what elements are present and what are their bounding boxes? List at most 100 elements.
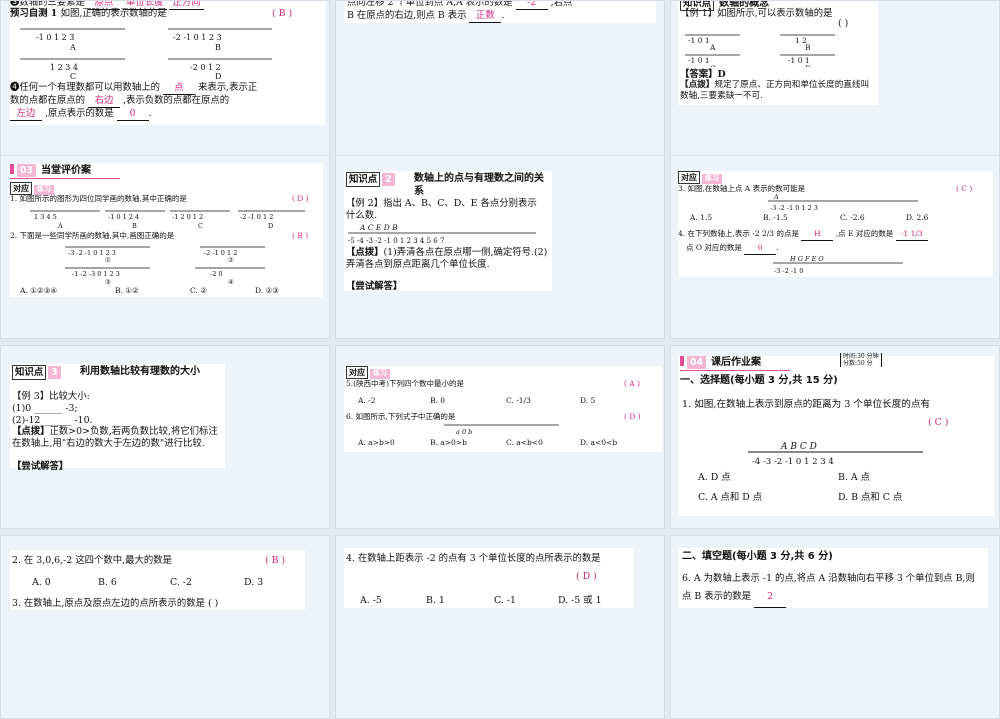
practice-tag-3: 对应: [346, 366, 368, 380]
slide-3-content: 知识点 数轴的概念 【例 1】如图所示,可以表示数轴的是 ( ) -1 0 11…: [678, 1, 878, 105]
q4-blank-o: 0: [744, 243, 777, 255]
example-2-ticks: -5 -4 -3 -2 -1 0 1 2 3 4 5 6 7: [348, 237, 444, 245]
q4-points: H G F E O: [789, 255, 824, 263]
slide-2-blank-1: -2: [515, 1, 548, 11]
slide-11-content: 4. 在数轴上距表示 -2 的点有 3 个单位长度的点所表示的数是 ( D ) …: [344, 548, 634, 608]
section-title: 当堂评价案: [41, 165, 92, 176]
hw-q1-ticks: -4 -3 -2 -1 0 1 2 3 4: [752, 457, 834, 467]
slide-5-content: 知识点 2 数轴上的点与有理数之间的关系 【例 2】指出 A、B、C、D、E 各点…: [344, 171, 552, 292]
hw-q1-opt-b: B. A 点: [838, 472, 870, 483]
slide-thumbnail-4[interactable]: 03 当堂评价案 对应 练习 1. 如图所示的图形为四位同学画的数轴,其中正确的是…: [0, 155, 330, 339]
pretest-label: 预习自测 1: [10, 8, 58, 19]
example-1-number-lines: -1 0 11 2 -1 0 1-1 0 1 A B C D: [685, 34, 835, 67]
hw-q4-opt-d: D. -5 或 1: [558, 595, 602, 606]
option-c-label: C: [70, 72, 76, 81]
section-title-2: 课后作业案: [711, 357, 762, 368]
score-total: 分数:50 分: [843, 360, 873, 368]
example-1-text: 【例 1】如图所示,可以表示数轴的是: [680, 8, 833, 19]
hw-q2-opt-b: B. 6: [98, 577, 117, 588]
section-choice-title: 一、选择题(每小题 3 分,共 15 分): [680, 375, 838, 386]
tip-2-label: 【点拨】: [346, 247, 384, 258]
slide-thumbnail-7[interactable]: 知识点 3 利用数轴比较有理数的大小 【例 3】比较大小: (1)0 ______…: [0, 345, 330, 529]
slide-12-content: 二、填空题(每小题 3 分,共 6 分) 6. A 为数轴上表示 -1 的点,将…: [678, 548, 988, 608]
hw-q4-opt-a: A. -5: [360, 595, 382, 606]
eval-q2-opt-c: C. ②: [190, 286, 207, 295]
slide-thumbnail-8[interactable]: 对应 练习 5.(陕西中考)下列四个数中最小的是 ( A ) A. -2 B. 0…: [335, 345, 665, 529]
q4-ticks: -3 -2 -1 0: [774, 267, 803, 275]
hw-q6-text: 6. A 为数轴上表示 -1 的点,将点 A 沿数轴向右平移 3 个单位到点 B…: [682, 573, 975, 603]
svg-text:-2 -1 0 1 2: -2 -1 0 1 2: [240, 213, 273, 221]
svg-text:-1 0 1 2 4: -1 0 1 2 4: [108, 213, 139, 221]
slide-thumbnail-11[interactable]: 4. 在数轴上距表示 -2 的点有 3 个单位长度的点所表示的数是 ( D ) …: [335, 535, 665, 719]
svg-text:-2 0: -2 0: [210, 270, 223, 278]
number-line-options: -1 0 1 2 3 -2 -1 0 1 2 3 1 2 3 4 -2 0 1 …: [20, 28, 272, 81]
q3-opt-c: C. -2.6: [840, 213, 865, 222]
q5-text: 5.(陕西中考)下列四个数中最小的是: [346, 379, 465, 388]
knowledge-point-3-tag: 知识点: [12, 365, 47, 381]
eval-q1-text: 1. 如图所示的图形为四位同学画的数轴,其中正确的是: [10, 194, 187, 203]
example-2-text: 【例 2】指出 A、B、C、D、E 各点分别表示什么数.: [346, 198, 537, 222]
q4-blank-h: H: [801, 229, 834, 241]
slide-2-blank-2: 正数: [469, 9, 502, 24]
slide-thumbnail-12[interactable]: 二、填空题(每小题 3 分,共 6 分) 6. A 为数轴上表示 -1 的点,将…: [670, 535, 1000, 719]
slide-thumbnail-10[interactable]: 2. 在 3,0,6,-2 这四个数中,最大的数是 ( B ) A. 0 B. …: [0, 535, 330, 719]
slide-thumbnail-6[interactable]: 对应 练习 3. 如图,在数轴上点 A 表示的数可能是 ( C ) A -3 -2…: [670, 155, 1000, 339]
header-underline: [10, 178, 120, 179]
slide-1-blank-direction: 正方向: [169, 1, 204, 11]
slide-7-content: 知识点 3 利用数轴比较有理数的大小 【例 3】比较大小: (1)0 ______…: [10, 364, 225, 472]
slide-8-content: 对应 练习 5.(陕西中考)下列四个数中最小的是 ( A ) A. -2 B. 0…: [344, 366, 662, 452]
q5-opt-a: A. -2: [358, 396, 376, 405]
q6-opt-b: B. a>0>b: [430, 438, 467, 447]
q3-opt-d: D. 2.6: [906, 213, 929, 222]
svg-text:-1 2 0 1 2: -1 2 0 1 2: [172, 213, 203, 221]
hw-q1-opt-c: C. A 点和 D 点: [698, 492, 763, 503]
example-2-number-line: A C E D B -5 -4 -3 -2 -1 0 1 2 3 4 5 6 7: [348, 223, 536, 245]
hw-q2-opt-a: A. 0: [32, 577, 51, 588]
q5-opt-b: B. 0: [430, 396, 446, 405]
knowledge-point-3-title: 利用数轴比较有理数的大小: [80, 366, 200, 377]
try-answer-label: 【尝试解答】: [346, 281, 403, 292]
section-fill-title: 二、填空题(每小题 3 分,共 6 分): [682, 551, 833, 562]
q2-text-a: ❹任何一个有理数都可以用数轴上的: [10, 82, 161, 93]
eval-q2-opt-a: A. ①②③④: [20, 286, 58, 295]
q4-text-c: 点 O 对应的数是: [686, 243, 742, 252]
hw-q4-opt-b: B. 1: [426, 595, 445, 606]
q3-opt-b: B. -1.5: [763, 213, 788, 222]
header-accent-bar-2: [680, 356, 684, 366]
slide-sorter: ❸数轴的三要素是 原点 单位长度 正方向 预习自测 1 如图,正确的表示数轴的是…: [0, 0, 1000, 719]
q6-line-labels: a 0 b: [456, 428, 472, 436]
example-2-points: A C E D B: [359, 223, 398, 232]
eval-q2-opt-b: B. ①②: [115, 286, 139, 295]
eval-q1-opt-a: A: [57, 222, 63, 230]
slide-4-content: 03 当堂评价案 对应 练习 1. 如图所示的图形为四位同学画的数轴,其中正确的是…: [10, 163, 323, 297]
ex1-label-a: A: [709, 43, 716, 52]
hw-q4-opt-c: C. -1: [494, 595, 516, 606]
slide-thumbnail-9[interactable]: 04 课后作业案 时间:30 分钟 分数:50 分 一、选择题(每小题 3 分,…: [670, 345, 1000, 529]
slide-2-line-1-end: ,若点: [550, 0, 573, 8]
time-score-box: 时间:30 分钟 分数:50 分: [840, 353, 882, 368]
header-underline-2: [680, 370, 790, 371]
eval-q2-mark-3: ③: [105, 278, 111, 285]
header-accent-bar: [10, 164, 14, 174]
knowledge-point-3-num: 3: [48, 366, 61, 380]
practice-tag-2-sub: 练习: [702, 174, 722, 184]
q3-ticks: -3 -2 -1 0 1 2 3: [770, 204, 818, 212]
svg-text:-1 -2 -3 0 1 2 3: -1 -2 -3 0 1 2 3: [72, 270, 120, 278]
knowledge-point-2-num: 2: [382, 173, 395, 187]
q4-blank-e: -1 1/3: [895, 229, 928, 241]
eval-q1-opt-d: D: [268, 222, 273, 230]
q6-opt-a: A. a>b>0: [358, 438, 395, 447]
hw-q1-answer: ( C ): [928, 417, 949, 428]
slide-thumbnail-5[interactable]: 知识点 2 数轴上的点与有理数之间的关系 【例 2】指出 A、B、C、D、E 各点…: [335, 155, 665, 339]
q4-text-b: ,点 E 对应的数是: [835, 229, 894, 238]
svg-text:-1 0 1: -1 0 1: [688, 56, 710, 65]
practice-tag-2: 对应: [678, 171, 700, 185]
slide-10-content: 2. 在 3,0,6,-2 这四个数中,最大的数是 ( B ) A. 0 B. …: [10, 550, 305, 610]
try-answer-label-3: 【尝试解答】: [12, 461, 69, 472]
hw-q1-points: A B C D: [780, 442, 817, 452]
hw-q2-opt-d: D. 3: [244, 577, 264, 588]
q4-number-line: H G F E O -3 -2 -1 0: [773, 255, 903, 275]
eval-q2-mark-2: ②: [228, 256, 234, 264]
slide-9-content: 04 课后作业案 时间:30 分钟 分数:50 分 一、选择题(每小题 3 分,…: [678, 353, 994, 516]
eval-q1-opt-b: B: [132, 222, 137, 230]
